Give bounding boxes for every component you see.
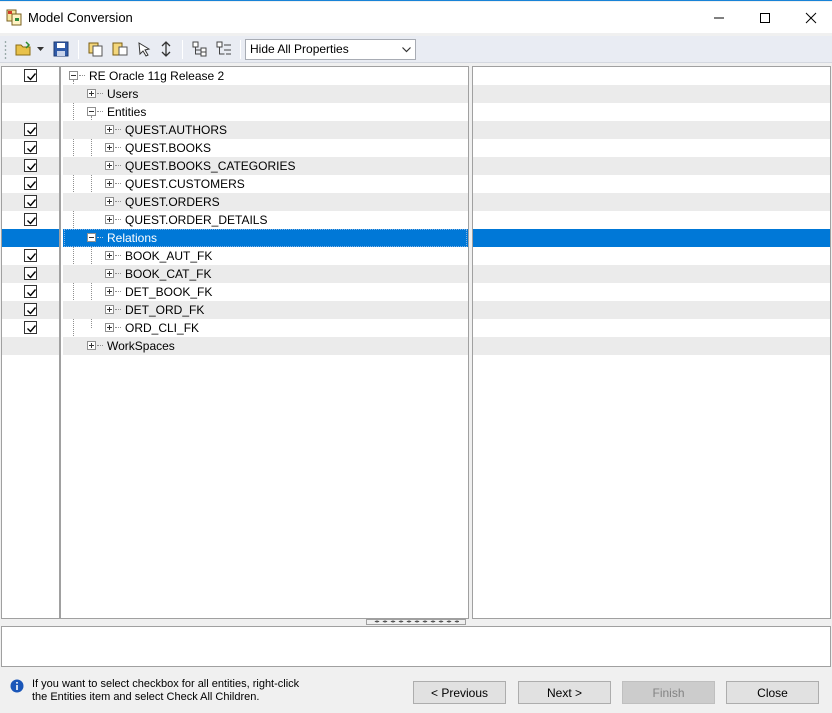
minimize-icon [714,17,724,19]
properties-pane [472,66,831,619]
open-dropdown-button[interactable] [34,39,46,59]
selected-properties-row [473,229,830,247]
tree-collapse-icon [216,41,231,55]
tree-collapse-button[interactable] [214,39,234,59]
copy-icon [88,42,103,57]
tree-node-users[interactable]: Users [63,85,468,103]
checkbox-relation[interactable] [24,285,37,298]
open-folder-button[interactable] [14,39,34,59]
tree-node-relations[interactable]: Relations [63,229,468,247]
hint-text: If you want to select checkbox for all e… [32,678,300,703]
checkbox-column [2,67,61,618]
model-conversion-window: Model Conversion Hide All Properties RE … [0,0,832,713]
close-button[interactable]: Close [726,681,819,704]
toolbar: Hide All Properties [0,36,832,63]
checkbox-entity[interactable] [24,213,37,226]
checkbox-entity[interactable] [24,177,37,190]
expand-icon[interactable] [105,251,114,260]
chevron-down-icon [36,47,44,51]
save-icon [53,41,69,57]
tree-node-relation[interactable]: DET_ORD_FK [63,301,468,319]
tree-node-relation[interactable]: BOOK_AUT_FK [63,247,468,265]
tree-node-entities[interactable]: Entities [63,103,468,121]
tree-node-relation[interactable]: DET_BOOK_FK [63,283,468,301]
expand-icon[interactable] [105,161,114,170]
expand-icon[interactable] [105,323,114,332]
model-tree: RE Oracle 11g Release 2 Users Entities Q… [63,67,468,618]
expand-icon[interactable] [105,269,114,278]
app-icon [6,9,23,26]
tree-node-entity[interactable]: QUEST.BOOKS_CATEGORIES [63,157,468,175]
finish-button: Finish [622,681,715,704]
collapse-icon[interactable] [69,71,78,80]
expand-icon[interactable] [105,305,114,314]
tree-expand-icon [192,41,207,57]
collapse-icon[interactable] [87,107,96,116]
tree-node-entity[interactable]: QUEST.BOOKS [63,139,468,157]
horizontal-splitter[interactable] [366,619,466,625]
checkbox-entity[interactable] [24,141,37,154]
maximize-icon [760,13,770,23]
expand-icon[interactable] [105,215,114,224]
title-bar: Model Conversion [0,2,832,33]
next-button[interactable]: Next > [518,681,611,704]
maximize-button[interactable] [742,3,788,33]
wizard-footer: If you want to select checkbox for all e… [0,669,832,713]
expand-icon[interactable] [105,179,114,188]
tree-node-workspaces[interactable]: WorkSpaces [63,337,468,355]
tree-node-relation[interactable]: ORD_CLI_FK [63,319,468,337]
select-icon [138,42,151,57]
expand-icon[interactable] [105,287,114,296]
tree-node-root[interactable]: RE Oracle 11g Release 2 [63,67,468,85]
checkbox-relation[interactable] [24,267,37,280]
property-filter-select[interactable]: Hide All Properties [245,39,416,60]
close-icon [805,12,817,24]
tree-node-entity[interactable]: QUEST.CUSTOMERS [63,175,468,193]
minimize-button[interactable] [696,3,742,33]
info-icon [10,679,24,693]
checkbox-entity[interactable] [24,195,37,208]
tree-node-entity[interactable]: QUEST.ORDER_DETAILS [63,211,468,229]
expand-icon[interactable] [105,197,114,206]
checkbox-root[interactable] [24,69,37,82]
sort-button[interactable] [156,39,176,59]
expand-icon[interactable] [87,341,96,350]
open-folder-icon [15,41,31,56]
paste-icon [112,42,128,56]
expand-icon[interactable] [105,125,114,134]
paste-button[interactable] [110,39,130,59]
tree-node-entity[interactable]: QUEST.AUTHORS [63,121,468,139]
model-tree-pane: RE Oracle 11g Release 2 Users Entities Q… [1,66,469,619]
chevron-down-icon [402,40,411,59]
expand-icon[interactable] [105,143,114,152]
checkbox-entity[interactable] [24,159,37,172]
message-box [1,626,831,667]
checkbox-relation[interactable] [24,303,37,316]
select-button[interactable] [134,39,154,59]
copy-button[interactable] [86,39,106,59]
collapse-icon[interactable] [87,233,96,242]
window-title: Model Conversion [28,10,133,25]
previous-button[interactable]: < Previous [413,681,506,704]
expand-icon[interactable] [87,89,96,98]
tree-node-relation[interactable]: BOOK_CAT_FK [63,265,468,283]
tree-node-entity[interactable]: QUEST.ORDERS [63,193,468,211]
toolbar-grip[interactable] [4,40,7,59]
checkbox-relation[interactable] [24,249,37,262]
sort-icon [161,41,171,57]
tree-expand-button[interactable] [190,39,210,59]
selected-row-marker [2,229,59,247]
property-filter-value: Hide All Properties [250,42,349,56]
checkbox-entity[interactable] [24,123,37,136]
close-window-button[interactable] [788,3,832,33]
checkbox-relation[interactable] [24,321,37,334]
save-button[interactable] [51,39,71,59]
